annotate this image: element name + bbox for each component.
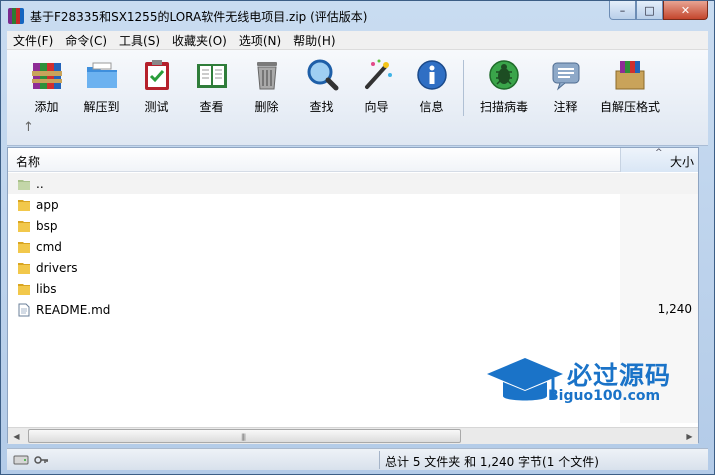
scroll-left-arrow-icon[interactable]: ◀ — [8, 428, 25, 444]
status-divider — [379, 451, 380, 469]
test-clipboard-icon — [139, 57, 175, 93]
add-button-label: 添加 — [34, 100, 59, 114]
delete-button[interactable]: 删除 — [239, 54, 294, 114]
file-name: cmd — [36, 239, 62, 254]
virus-scan-button[interactable]: 扫描病毒 — [470, 54, 538, 114]
watermark-url: Biguo100.com — [548, 388, 661, 404]
add-archive-icon — [29, 57, 65, 93]
file-size: 1,240 — [657, 302, 692, 316]
view-book-icon — [194, 57, 230, 93]
menu-tools[interactable]: 工具(S) — [113, 32, 166, 49]
status-bar: 总计 5 文件夹 和 1,240 字节(1 个文件) — [7, 448, 708, 470]
comment-button[interactable]: 注释 — [538, 54, 593, 114]
file-name: .. — [36, 176, 44, 191]
virus-scan-icon — [486, 57, 522, 93]
sort-ascending-icon: ^ — [655, 148, 663, 158]
scroll-right-arrow-icon[interactable]: ▶ — [681, 428, 698, 444]
column-name-header[interactable]: 名称 — [16, 153, 40, 170]
minimize-button[interactable]: – — [609, 1, 636, 20]
app-window: 基于F28335和SX1255的LORA软件无线电项目.zip (评估版本) –… — [0, 0, 715, 475]
column-size-header[interactable]: ^ 大小 — [620, 148, 698, 172]
find-button-label: 查找 — [309, 100, 334, 114]
toolbar-separator — [463, 60, 464, 116]
file-name: drivers — [36, 260, 78, 275]
scroll-thumb[interactable]: ||| — [28, 429, 461, 443]
find-magnifier-icon — [304, 57, 340, 93]
list-item-readme[interactable]: README.md 1,240 — [8, 299, 698, 320]
list-item-app[interactable]: app — [8, 194, 698, 215]
file-name: app — [36, 197, 59, 212]
menu-options[interactable]: 选项(N) — [233, 32, 287, 49]
info-button-label: 信息 — [419, 100, 444, 114]
wizard-button-label: 向导 — [364, 100, 389, 114]
status-icons — [13, 453, 49, 467]
file-name: libs — [36, 281, 57, 296]
wizard-button[interactable]: 向导 — [349, 54, 404, 114]
menu-commands[interactable]: 命令(C) — [59, 32, 113, 49]
file-name: README.md — [36, 302, 111, 317]
file-list[interactable]: 名称 ^ 大小 .. app bsp cmd drivers libs READ… — [7, 147, 699, 443]
delete-button-label: 删除 — [254, 100, 279, 114]
close-button[interactable]: ✕ — [663, 1, 708, 20]
file-name: bsp — [36, 218, 58, 233]
maximize-button[interactable]: □ — [636, 1, 663, 20]
test-button[interactable]: 测试 — [129, 54, 184, 114]
comment-button-label: 注释 — [553, 100, 578, 114]
sfx-button[interactable]: 自解压格式 — [593, 54, 667, 114]
folder-icon — [18, 283, 30, 295]
view-button-label: 查看 — [199, 100, 224, 114]
view-button[interactable]: 查看 — [184, 54, 239, 114]
folder-icon — [18, 241, 30, 253]
find-button[interactable]: 查找 — [294, 54, 349, 114]
delete-trash-icon — [249, 57, 285, 93]
list-item-drivers[interactable]: drivers — [8, 257, 698, 278]
window-title: 基于F28335和SX1255的LORA软件无线电项目.zip (评估版本) — [30, 9, 368, 24]
watermark-chinese: 必过源码 — [567, 361, 672, 390]
text-file-icon — [18, 303, 30, 316]
scroll-grip-icon: ||| — [241, 433, 246, 441]
add-button[interactable]: 添加 — [19, 54, 74, 114]
window-controls: – □ ✕ — [609, 1, 708, 20]
test-button-label: 测试 — [144, 100, 169, 114]
extract-to-button[interactable]: 解压到 — [74, 54, 129, 114]
extract-folder-icon — [84, 57, 120, 93]
comment-icon — [548, 57, 584, 93]
folder-icon — [18, 262, 30, 274]
column-header: 名称 ^ 大小 — [8, 148, 698, 172]
sfx-box-icon — [612, 57, 648, 93]
list-item-bsp[interactable]: bsp — [8, 215, 698, 236]
status-text: 总计 5 文件夹 和 1,240 字节(1 个文件) — [385, 455, 599, 469]
menu-bar: 文件(F) 命令(C) 工具(S) 收藏夹(O) 选项(N) 帮助(H) — [7, 31, 708, 50]
key-icon[interactable] — [33, 453, 49, 467]
menu-favorites[interactable]: 收藏夹(O) — [166, 32, 233, 49]
folder-icon — [18, 199, 30, 211]
file-rows: .. app bsp cmd drivers libs README.md 1,… — [8, 173, 698, 320]
up-folder-button[interactable]: ↑ — [23, 120, 34, 135]
parent-folder-icon — [18, 179, 30, 190]
extract-to-button-label: 解压到 — [83, 100, 120, 114]
folder-icon — [18, 220, 30, 232]
sfx-button-label: 自解压格式 — [599, 100, 660, 114]
info-icon — [414, 57, 450, 93]
wizard-wand-icon — [359, 57, 395, 93]
horizontal-scrollbar[interactable]: ◀ ||| ▶ — [8, 427, 698, 444]
list-item-cmd[interactable]: cmd — [8, 236, 698, 257]
menu-file[interactable]: 文件(F) — [7, 32, 59, 49]
virus-scan-button-label: 扫描病毒 — [479, 100, 528, 114]
list-item-parent[interactable]: .. — [8, 173, 698, 194]
drive-icon[interactable] — [13, 453, 29, 467]
column-size-label: 大小 — [669, 155, 694, 169]
info-button[interactable]: 信息 — [404, 54, 459, 114]
toolbar: 添加 解压到 测试 查看 删除 查找 向导 信息 扫描病毒 注释 自解压格式 ↑ — [7, 50, 708, 146]
title-bar[interactable]: 基于F28335和SX1255的LORA软件无线电项目.zip (评估版本) –… — [1, 1, 714, 31]
winrar-app-icon — [8, 8, 24, 24]
watermark: 必过源码 Biguo100.com — [485, 354, 695, 412]
list-item-libs[interactable]: libs — [8, 278, 698, 299]
menu-help[interactable]: 帮助(H) — [287, 32, 341, 49]
